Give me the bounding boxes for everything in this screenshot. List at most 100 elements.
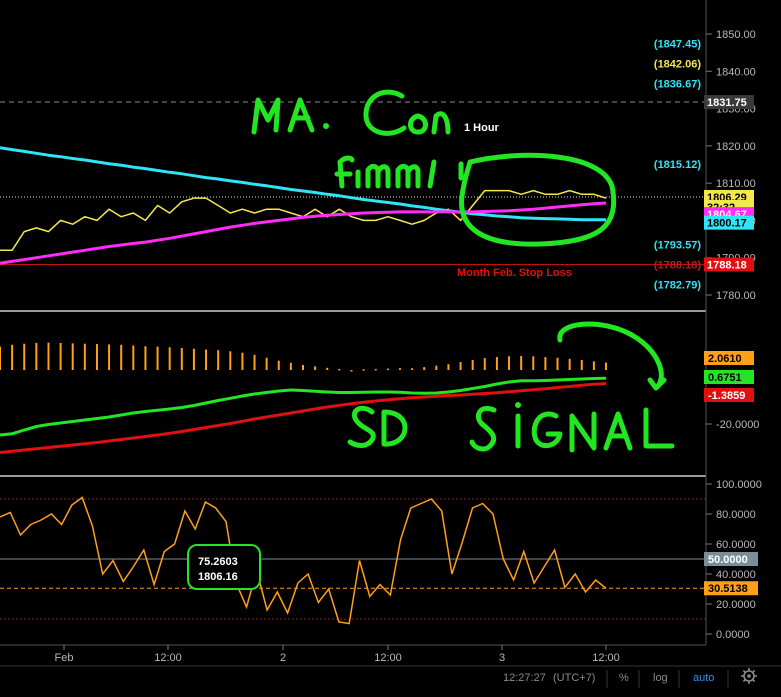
macd-histogram-bar <box>265 357 268 370</box>
macd-histogram-bar <box>471 359 474 370</box>
macd-histogram-bar <box>241 352 244 370</box>
macd-histogram-bar <box>289 362 292 370</box>
macd-histogram-bar <box>47 342 50 370</box>
stochastic-badge: 50.0000 <box>704 552 758 566</box>
price-tick-label: 1820.00 <box>716 141 756 153</box>
tooltip-value-1: 75.2603 <box>198 556 238 568</box>
price-level-label: (1842.06) <box>654 59 701 71</box>
clock-time: 12:27:27 <box>503 672 546 684</box>
time-tick-label: 12:00 <box>374 652 402 664</box>
price-tick-label: 1840.00 <box>716 66 756 78</box>
macd-histogram-bar <box>59 343 62 370</box>
percent-scale-button[interactable]: % <box>619 672 629 684</box>
macd-histogram-bar <box>0 346 1 370</box>
macd-histogram-bar <box>435 365 438 370</box>
macd-histogram-bar <box>374 368 377 371</box>
settings-gear-icon[interactable] <box>741 668 757 684</box>
stop-loss-label: Month Feb. Stop Loss <box>457 267 572 279</box>
macd-badge: 2.0610 <box>704 351 754 365</box>
stochastic-tick-label: 0.0000 <box>716 629 750 641</box>
macd-histogram-bar <box>447 364 450 370</box>
macd-histogram-bar <box>605 362 607 370</box>
macd-histogram-bar <box>302 364 304 370</box>
macd-histogram-bar <box>386 368 389 371</box>
macd-histogram-bar <box>338 368 341 371</box>
stochastic-tick-label: 40.0000 <box>716 569 756 581</box>
price-level-label: (1782.79) <box>654 280 701 292</box>
svg-text:-1.3859: -1.3859 <box>708 390 745 402</box>
log-scale-button[interactable]: log <box>653 672 668 684</box>
time-tick-label: 2 <box>280 652 286 664</box>
macd-histogram-bar <box>398 368 401 370</box>
price-badge: 1831.75 <box>704 95 754 110</box>
chart-canvas[interactable]: 1850.001840.001830.001820.001810.001800.… <box>0 0 781 697</box>
macd-histogram-bar <box>108 344 111 370</box>
macd-tick-label: -20.0000 <box>716 419 759 431</box>
macd-histogram-bar <box>508 356 511 370</box>
macd-histogram-bar <box>35 343 38 370</box>
macd-histogram-bar <box>83 343 86 370</box>
clock-timezone: (UTC+7) <box>553 672 595 684</box>
macd-histogram-bar <box>532 356 535 370</box>
svg-text:1800.17: 1800.17 <box>707 218 747 230</box>
price-tick-label: 1780.00 <box>716 290 756 302</box>
macd-histogram-bar <box>362 369 365 371</box>
macd-histogram-bar <box>411 368 414 370</box>
time-tick-label: 3 <box>499 652 505 664</box>
price-level-label: (1836.67) <box>654 79 701 91</box>
price-level-label: (1788.18) <box>654 260 701 272</box>
stochastic-tick-label: 20.0000 <box>716 599 756 611</box>
macd-histogram-bar <box>520 355 523 370</box>
macd-histogram-bar <box>568 358 571 370</box>
svg-text:0.6751: 0.6751 <box>708 372 742 384</box>
macd-histogram-bar <box>120 344 123 370</box>
price-level-label: (1815.12) <box>654 159 701 171</box>
timeframe-label: 1 Hour <box>464 122 500 134</box>
price-tick-label: 1810.00 <box>716 178 756 190</box>
macd-histogram-bar <box>217 350 220 370</box>
time-tick-label: 12:00 <box>592 652 620 664</box>
macd-badge: 0.6751 <box>704 370 754 384</box>
tooltip-value-2: 1806.16 <box>198 571 238 583</box>
stochastic-tick-label: 60.0000 <box>716 539 756 551</box>
macd-histogram-bar <box>592 361 595 370</box>
price-level-label: (1793.57) <box>654 239 701 251</box>
macd-histogram-bar <box>156 346 159 370</box>
auto-scale-button[interactable]: auto <box>693 672 714 684</box>
macd-histogram-bar <box>23 343 26 370</box>
stochastic-tick-label: 100.0000 <box>716 479 762 491</box>
macd-histogram-bar <box>253 354 256 370</box>
price-tick-label: 1850.00 <box>716 29 756 41</box>
macd-histogram-bar <box>556 357 559 370</box>
macd-histogram-bar <box>459 362 462 370</box>
macd-histogram-bar <box>544 357 547 370</box>
price-level-label: (1847.45) <box>654 39 701 51</box>
macd-histogram-bar <box>229 351 232 370</box>
price-badge: 1800.17 <box>704 215 754 230</box>
macd-histogram-bar <box>71 343 74 370</box>
macd-badge: -1.3859 <box>704 388 754 402</box>
macd-histogram-bar <box>350 370 353 372</box>
macd-histogram-bar <box>180 348 183 370</box>
macd-histogram-bar <box>132 345 135 370</box>
macd-histogram-bar <box>144 346 147 370</box>
macd-histogram-bar <box>580 359 583 370</box>
svg-text:1831.75: 1831.75 <box>707 97 747 109</box>
macd-histogram-bar <box>495 357 498 370</box>
macd-histogram-bar <box>314 366 317 370</box>
time-tick-label: Feb <box>55 652 74 664</box>
macd-histogram-bar <box>483 358 486 370</box>
stochastic-tick-label: 80.0000 <box>716 509 756 521</box>
macd-histogram-bar <box>205 349 208 370</box>
svg-text:2.0610: 2.0610 <box>708 353 742 365</box>
price-badge: 1788.18 <box>704 257 754 272</box>
macd-histogram-bar <box>277 360 280 370</box>
macd-histogram-bar <box>168 347 171 370</box>
svg-text:50.0000: 50.0000 <box>708 554 748 566</box>
svg-text:1788.18: 1788.18 <box>707 260 747 272</box>
macd-histogram-bar <box>423 367 426 370</box>
macd-histogram-bar <box>11 344 14 370</box>
macd-histogram-bar <box>326 367 329 370</box>
macd-histogram-bar <box>95 344 98 370</box>
time-tick-label: 12:00 <box>154 652 182 664</box>
